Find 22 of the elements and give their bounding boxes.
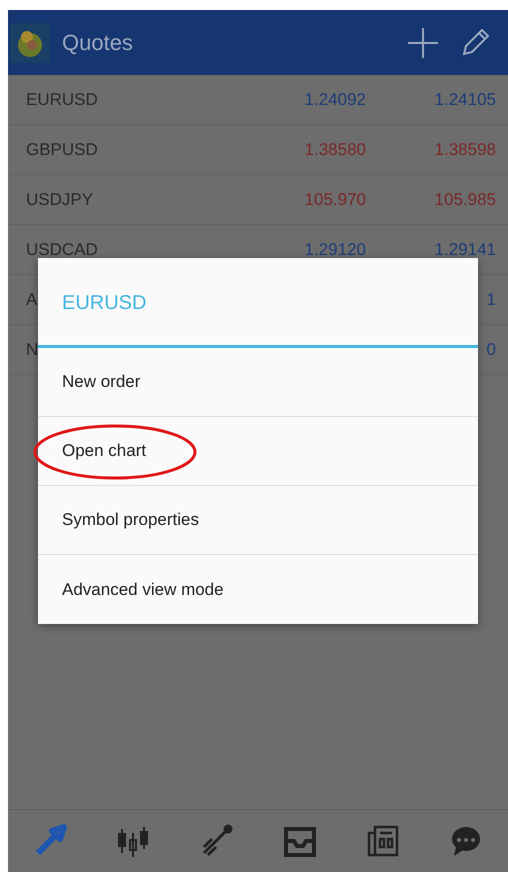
symbol-text: A bbox=[26, 290, 38, 310]
bid-price: 1.24092 bbox=[304, 90, 366, 110]
symbol-text: GBPUSD bbox=[26, 140, 98, 160]
symbol-text: USDJPY bbox=[26, 190, 94, 210]
ask-price: 0 bbox=[486, 340, 496, 360]
menu-item[interactable]: Open chart bbox=[38, 417, 478, 486]
menu-item[interactable]: New order bbox=[38, 348, 478, 417]
menu-item[interactable]: Advanced view mode bbox=[38, 555, 478, 624]
ask-price: 105.985 bbox=[434, 190, 496, 210]
ask-price: 1.29141 bbox=[434, 240, 496, 260]
symbol-text: EURUSD bbox=[26, 90, 98, 110]
app-bar-title: Quotes bbox=[62, 30, 134, 56]
ask-price: 1 bbox=[486, 290, 496, 310]
ask-price: 1.24105 bbox=[434, 90, 496, 110]
symbol-text: USDCAD bbox=[26, 240, 98, 260]
bid-price: 1.38580 bbox=[304, 140, 366, 160]
bid-price: 105.970 bbox=[304, 190, 366, 210]
dialog-title: EURUSD bbox=[61, 291, 148, 316]
symbol-text: N bbox=[26, 340, 38, 360]
ask-price: 1.38598 bbox=[434, 140, 496, 160]
bid-price: 1.29120 bbox=[304, 240, 366, 260]
menu-item[interactable]: Symbol properties bbox=[38, 486, 478, 555]
